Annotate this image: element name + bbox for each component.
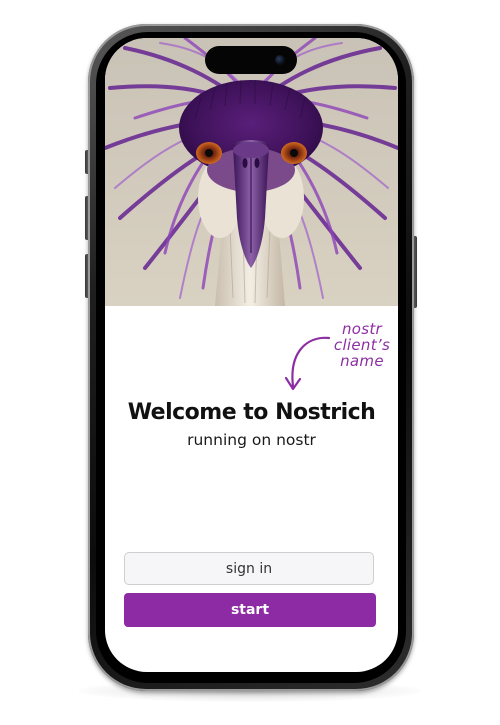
phone-screen: nostr client’s name Welcome to Nostrich … — [105, 38, 398, 672]
hero-image — [105, 38, 398, 306]
welcome-title: Welcome to Nostrich — [127, 400, 376, 425]
annotation-line: client’s — [333, 336, 391, 354]
start-button[interactable]: start — [124, 593, 376, 627]
annotation-line: name — [340, 352, 384, 370]
device-mockup: nostr client’s name Welcome to Nostrich … — [0, 0, 500, 725]
sign-in-button[interactable]: sign in — [124, 552, 374, 585]
annotation-line: nostr — [341, 320, 383, 338]
welcome-subtitle: running on nostr — [187, 431, 316, 449]
ostrich-illustration — [105, 38, 398, 306]
dynamic-island — [205, 46, 297, 74]
client-name-annotation: nostr client’s name — [327, 321, 397, 369]
camera-lens-icon — [275, 55, 285, 65]
